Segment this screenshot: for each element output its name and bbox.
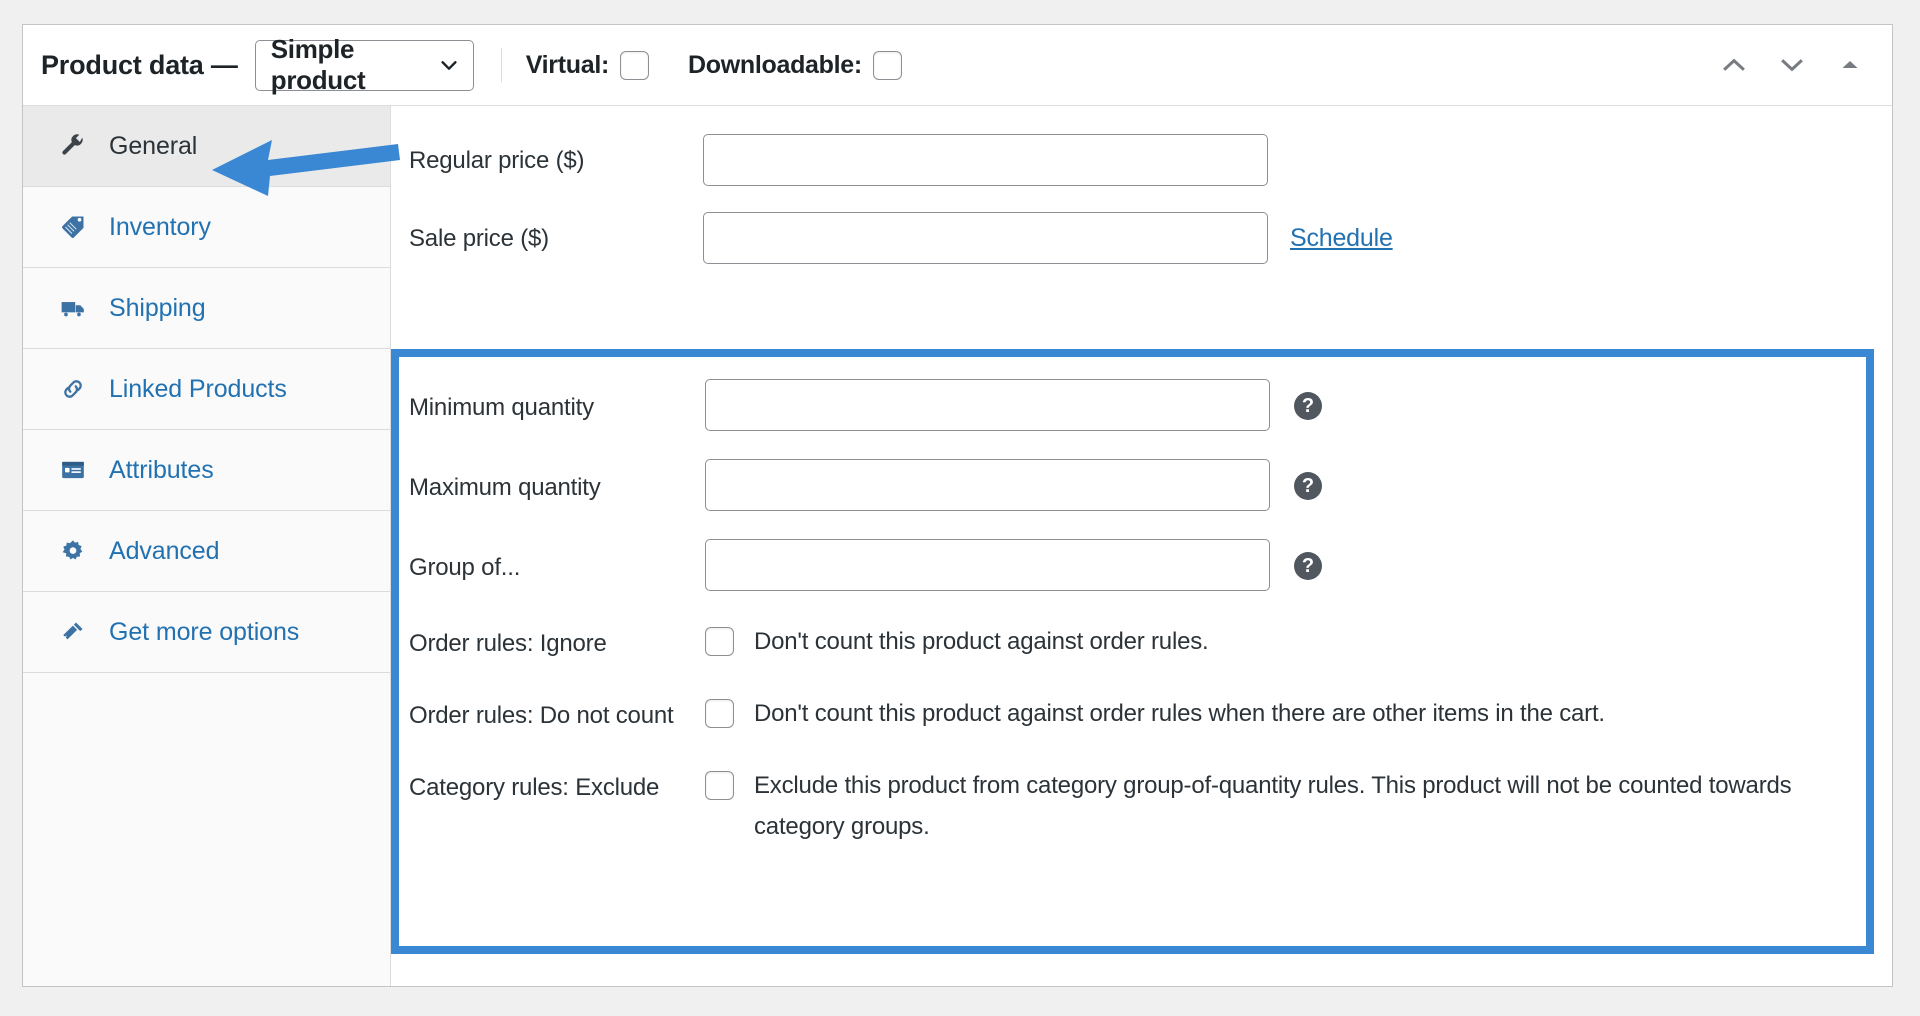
category-rules-exclude-label: Category rules: Exclude: [409, 774, 660, 801]
minimum-quantity-input[interactable]: [705, 379, 1270, 431]
sidebar-item-label: General: [109, 131, 198, 160]
sidebar-item-get-more-options[interactable]: Get more options: [23, 592, 390, 673]
regular-price-label: Regular price ($): [409, 147, 585, 174]
product-type-value: Simple product: [270, 34, 366, 95]
category-rules-exclude-checkbox[interactable]: [705, 771, 734, 800]
minimum-quantity-label: Minimum quantity: [409, 394, 594, 421]
order-rules-ignore-checkbox[interactable]: [705, 627, 734, 656]
minimum-quantity-row: Minimum quantity ?: [399, 371, 1866, 451]
move-up-icon[interactable]: [1718, 49, 1750, 81]
virtual-label: Virtual:: [525, 50, 610, 79]
schedule-sale-link[interactable]: Schedule: [1290, 224, 1393, 253]
maximum-quantity-row: Maximum quantity ?: [399, 451, 1866, 531]
group-of-label: Group of...: [409, 554, 521, 581]
wrench-icon: [59, 133, 86, 160]
chevron-down-glyph: [1781, 59, 1803, 72]
sidebar-item-general[interactable]: General: [23, 106, 390, 187]
sidebar-item-label: Advanced: [109, 536, 220, 565]
downloadable-checkbox[interactable]: [872, 50, 902, 80]
maximum-quantity-input[interactable]: [705, 459, 1270, 511]
chevron-down-icon: [441, 61, 457, 70]
maximum-quantity-help-icon[interactable]: ?: [1294, 472, 1322, 500]
chevron-up-glyph: [1723, 58, 1745, 71]
order-rules-do-not-count-checkbox-wrap: [705, 683, 734, 728]
sidebar-item-advanced[interactable]: Advanced: [23, 511, 390, 592]
gear-icon: [59, 538, 86, 565]
category-rules-exclude-row: Category rules: Exclude Exclude this pro…: [399, 755, 1866, 848]
sale-price-label: Sale price ($): [409, 225, 549, 252]
sidebar-item-label: Linked Products: [109, 374, 287, 403]
order-rules-ignore-description: Don't count this product against order r…: [754, 628, 1209, 655]
move-down-icon[interactable]: [1776, 49, 1808, 81]
plugin-icon: [59, 619, 86, 646]
group-of-help-icon[interactable]: ?: [1294, 552, 1322, 580]
product-data-tabs: General Inventory Shipping Linked Produc…: [23, 106, 391, 986]
sidebar-item-label: Inventory: [109, 212, 211, 241]
product-type-select[interactable]: Simple product: [254, 34, 474, 95]
sidebar-item-label: Get more options: [109, 617, 300, 646]
order-rules-ignore-label: Order rules: Ignore: [409, 630, 607, 657]
order-rules-do-not-count-checkbox[interactable]: [705, 699, 734, 728]
downloadable-label: Downloadable:: [688, 50, 862, 79]
category-rules-exclude-description: Exclude this product from category group…: [754, 772, 1792, 840]
triangle-up-glyph: [1842, 61, 1858, 68]
metabox-controls: [1718, 49, 1872, 81]
sale-price-input[interactable]: [703, 212, 1268, 264]
order-rules-do-not-count-description: Don't count this product against order r…: [754, 700, 1605, 727]
category-rules-exclude-checkbox-wrap: [705, 755, 734, 800]
truck-icon: [59, 295, 86, 322]
product-data-metabox: Product data — Simple product Virtual: D…: [22, 24, 1893, 987]
tabs-filler: [23, 673, 390, 903]
regular-price-input[interactable]: [703, 134, 1268, 186]
virtual-field: Virtual:: [525, 50, 650, 80]
header-divider: [500, 48, 502, 82]
quantity-rules-group: Minimum quantity ? Maximum quantity ? Gr…: [399, 357, 1866, 848]
sidebar-item-inventory[interactable]: Inventory: [23, 187, 390, 268]
sale-price-row: Sale price ($) Schedule: [391, 204, 1892, 282]
link-icon: [59, 376, 86, 403]
maximum-quantity-label: Maximum quantity: [409, 474, 601, 501]
virtual-checkbox[interactable]: [620, 50, 650, 80]
tag-icon: [59, 214, 86, 241]
regular-price-row: Regular price ($): [391, 126, 1892, 204]
order-rules-ignore-checkbox-wrap: [705, 611, 734, 656]
product-data-panel-general: Regular price ($) Sale price ($) Schedul…: [391, 106, 1892, 986]
group-of-input[interactable]: [705, 539, 1270, 591]
product-data-header: Product data — Simple product Virtual: D…: [23, 25, 1892, 106]
minimum-quantity-help-icon[interactable]: ?: [1294, 392, 1322, 420]
sidebar-item-label: Attributes: [109, 455, 214, 484]
downloadable-field: Downloadable:: [688, 50, 902, 80]
quantity-rules-highlight: Minimum quantity ? Maximum quantity ? Gr…: [391, 349, 1874, 954]
sidebar-item-label: Shipping: [109, 293, 206, 322]
sidebar-item-attributes[interactable]: Attributes: [23, 430, 390, 511]
screen: Product data — Simple product Virtual: D…: [0, 0, 1920, 1016]
list-view-icon: [59, 457, 86, 484]
sidebar-item-linked-products[interactable]: Linked Products: [23, 349, 390, 430]
group-of-row: Group of... ?: [399, 531, 1866, 611]
product-data-body: General Inventory Shipping Linked Produc…: [23, 106, 1892, 986]
pricing-options-group: Regular price ($) Sale price ($) Schedul…: [391, 106, 1892, 296]
page-title: Product data —: [41, 49, 238, 80]
order-rules-ignore-row: Order rules: Ignore Don't count this pro…: [399, 611, 1866, 683]
order-rules-do-not-count-row: Order rules: Do not count Don't count th…: [399, 683, 1866, 755]
sidebar-item-shipping[interactable]: Shipping: [23, 268, 390, 349]
toggle-panel-icon[interactable]: [1834, 49, 1866, 81]
order-rules-do-not-count-label: Order rules: Do not count: [409, 702, 674, 729]
